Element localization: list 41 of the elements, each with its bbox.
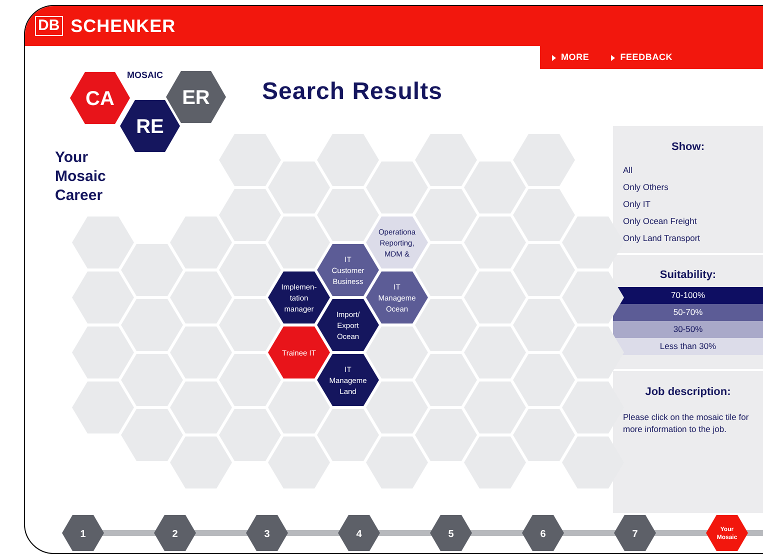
logo-caption: MOSAIC (127, 70, 163, 80)
filter-option[interactable]: Only Others (623, 180, 753, 194)
panel-heading: Suitability: (658, 268, 718, 282)
logo-tile: RE (120, 100, 180, 152)
empty-tile (415, 189, 477, 241)
page-title: Search Results (262, 77, 442, 107)
brand-mark: DB (35, 16, 63, 36)
job-description-text: Please click on the mosaic tile for more information to the job. (623, 410, 750, 434)
step-button[interactable]: 6 (522, 515, 564, 551)
step-button[interactable]: 4 (338, 515, 380, 551)
empty-tile (268, 382, 330, 434)
brand-name: SCHENKER (70, 14, 176, 38)
step-button[interactable]: 2 (154, 515, 196, 551)
empty-tile (317, 189, 379, 241)
tagline: Your Mosaic Career (55, 148, 107, 205)
empty-tile (219, 354, 281, 406)
filter-option[interactable]: Only IT (623, 196, 753, 210)
triangle-icon (552, 54, 556, 60)
filter-option[interactable]: Only Land Transport (623, 230, 753, 244)
filter-option[interactable]: Only Ocean Freight (623, 214, 753, 228)
panel-heading: Show: (670, 140, 706, 155)
nav-link[interactable]: FEEDBACK (611, 50, 673, 64)
panel-heading: Job description: (644, 385, 732, 400)
suitability-band: 30-50% (613, 321, 763, 338)
step-button[interactable]: 5 (430, 515, 472, 551)
suitability-band: 50-70% (613, 304, 763, 321)
empty-tile (366, 382, 428, 434)
nav-link[interactable]: MORE (552, 50, 590, 64)
step-button[interactable]: 1 (62, 515, 104, 551)
step-button[interactable]: 3 (246, 515, 288, 551)
step-button[interactable]: 7 (614, 515, 656, 551)
logo-tile: ER (166, 71, 226, 123)
suitability-band: Less than 30% (613, 338, 763, 355)
empty-tile (415, 299, 477, 351)
empty-tile (219, 299, 281, 351)
empty-tile (268, 216, 330, 268)
empty-tile (219, 244, 281, 296)
empty-tile (415, 244, 477, 296)
filter-option[interactable]: All (623, 162, 753, 176)
triangle-icon (611, 54, 616, 60)
empty-tile (366, 326, 428, 378)
